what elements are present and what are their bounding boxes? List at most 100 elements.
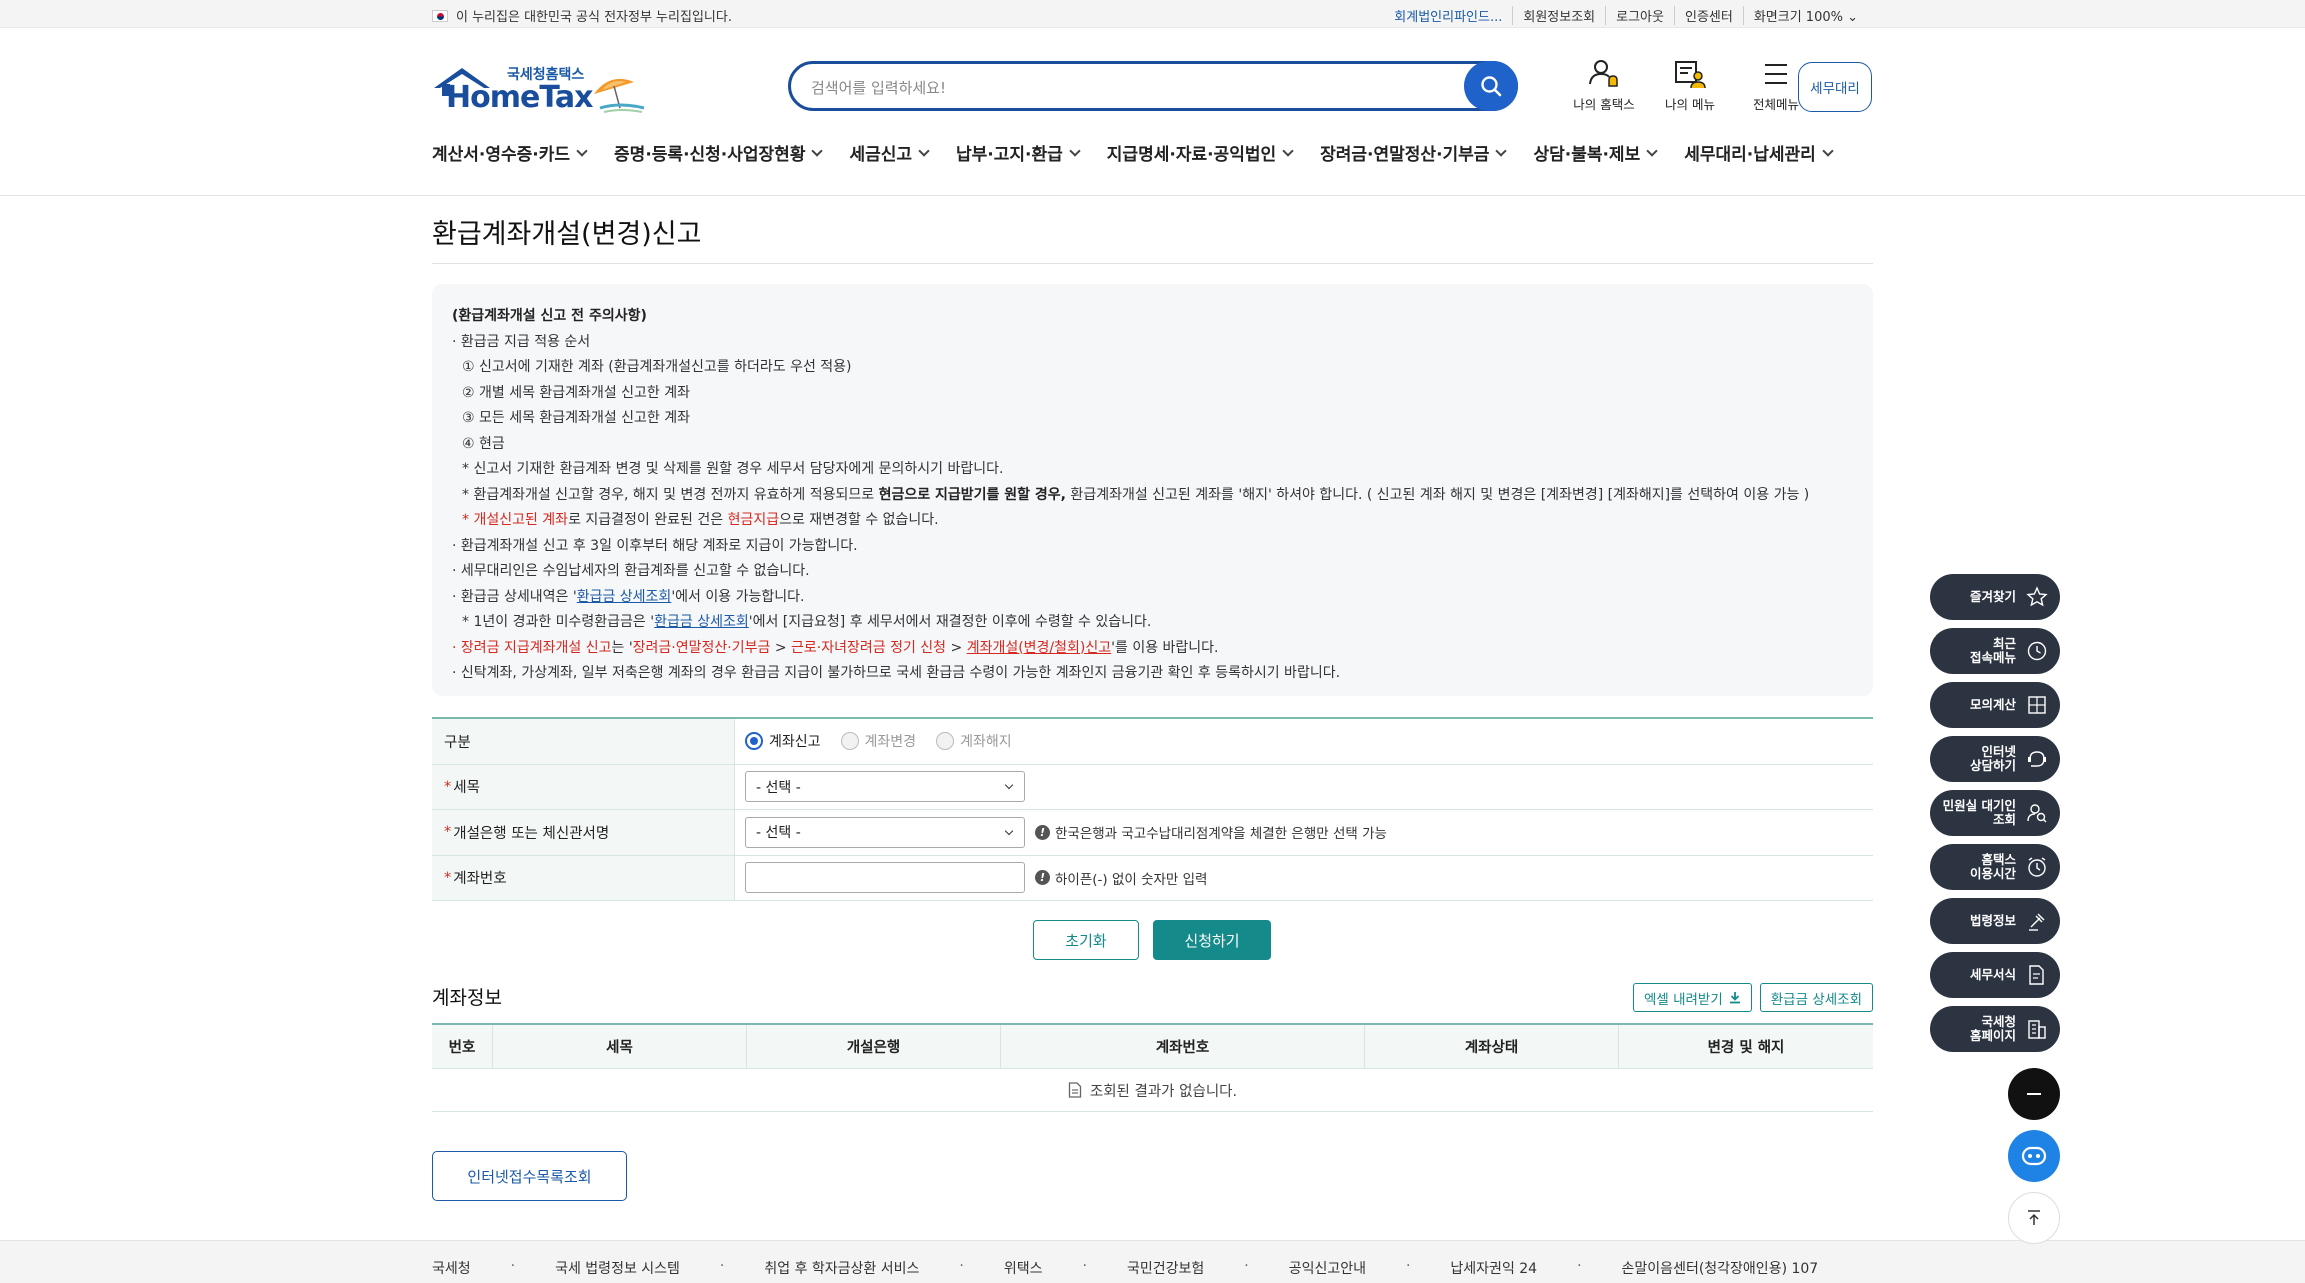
my-menu-button[interactable]: 나의 메뉴 bbox=[1654, 58, 1726, 113]
notice-line: · 환급금 상세내역은 '환급금 상세조회'에서 이용 가능합니다. bbox=[452, 585, 1853, 611]
notice-text: 환급계좌개설 신고된 계좌를 '해지' 하셔야 합니다. ( 신고된 계좌 해지… bbox=[1065, 486, 1810, 503]
screen-size-label: 화면크기 100% bbox=[1753, 10, 1843, 25]
form-buttons: 초기화 신청하기 bbox=[1033, 920, 1271, 960]
nav-item-consult[interactable]: 상담·불복·제보 bbox=[1533, 140, 1658, 165]
nav-item-payment[interactable]: 납부·고지·환급 bbox=[956, 140, 1081, 165]
radio-account-change[interactable]: 계좌변경 bbox=[840, 731, 917, 751]
quick-recent-menu[interactable]: 최근 접속메뉴 bbox=[1930, 628, 2060, 674]
quick-service-hours[interactable]: 홈택스 이용시간 bbox=[1930, 844, 2060, 890]
footer-link[interactable]: 위택스 bbox=[1004, 1258, 1043, 1278]
top-link-company[interactable]: 회계법인리파인드... bbox=[1384, 6, 1512, 25]
refund-detail-link[interactable]: 환급금 상세조회 bbox=[654, 614, 749, 630]
clock-icon bbox=[2027, 641, 2047, 661]
top-link-logout[interactable]: 로그아웃 bbox=[1605, 6, 1674, 25]
alarm-icon bbox=[2028, 857, 2046, 877]
search-button[interactable] bbox=[1464, 61, 1518, 111]
nav-label: 납부·고지·환급 bbox=[956, 145, 1063, 165]
tax-agent-button[interactable]: 세무대리 bbox=[1798, 62, 1872, 112]
account-number-input[interactable] bbox=[745, 862, 1025, 894]
account-label-text: 계좌번호 bbox=[453, 871, 507, 888]
chatbot-button[interactable] bbox=[2008, 1130, 2060, 1182]
footer-link[interactable]: 납세자권익 24 bbox=[1450, 1258, 1537, 1278]
tax-item-select[interactable]: - 선택 - bbox=[745, 771, 1025, 803]
quick-label-line: 조회 bbox=[1992, 812, 2016, 827]
col-header-bank: 개설은행 bbox=[747, 1025, 1001, 1068]
my-hometax-button[interactable]: 나의 홈택스 bbox=[1568, 58, 1640, 113]
arrow-up-icon bbox=[2028, 1210, 2040, 1225]
nav-item-certificate[interactable]: 증명·등록·신청·사업장현황 bbox=[614, 140, 824, 165]
notice-line: · 환급계좌개설 신고 후 3일 이후부터 해당 계좌로 지급이 가능합니다. bbox=[452, 537, 858, 554]
quick-online-consult[interactable]: 인터넷 상담하기 bbox=[1930, 736, 2060, 782]
notice-line: · 세무대리인은 수임납세자의 환급계좌를 신고할 수 없습니다. bbox=[452, 563, 810, 579]
notice-line: ② 개별 세목 환급계좌개설 신고한 계좌 bbox=[462, 384, 691, 401]
search-input[interactable]: 검색어를 입력하세요! bbox=[811, 77, 946, 98]
nav-item-incentive[interactable]: 장려금·연말정산·기부금 bbox=[1320, 140, 1508, 165]
quick-label: 인터넷 상담하기 bbox=[1970, 745, 2016, 773]
notice-line: · 장려금 지급계좌개설 신고는 '장려금·연말정산·기부금 > 근로·자녀장려… bbox=[452, 636, 1853, 662]
bank-hint: ! 한국은행과 국고수납대리점계약을 체결한 은행만 선택 가능 bbox=[1035, 822, 1387, 842]
radio-label: 계좌변경 bbox=[864, 734, 917, 751]
title-divider bbox=[432, 263, 1873, 264]
internet-receipt-list-button[interactable]: 인터넷접수목록조회 bbox=[432, 1151, 627, 1201]
col-header-change: 변경 및 해지 bbox=[1707, 1040, 1785, 1056]
page-title: 환급계좌개설(변경)신고 bbox=[432, 219, 702, 250]
form-icon bbox=[2029, 965, 2044, 985]
collapse-quick-menu-button[interactable] bbox=[2008, 1068, 2060, 1120]
footer-link[interactable]: 국세 법령정보 시스템 bbox=[555, 1258, 680, 1278]
top-link-member-info[interactable]: 회원정보조회 bbox=[1512, 6, 1605, 25]
refund-detail-button[interactable]: 환급금 상세조회 bbox=[1759, 983, 1873, 1012]
quick-label: 모의계산 bbox=[1970, 698, 2016, 712]
quick-label: 최근 접속메뉴 bbox=[1970, 637, 2016, 665]
top-links: 회계법인리파인드... 회원정보조회 로그아웃 인증센터 화면크기 100% ⌄ bbox=[1384, 6, 1868, 25]
refund-detail-link[interactable]: 환급금 상세조회 bbox=[577, 589, 672, 605]
footer-link[interactable]: 취업 후 학자금상환 서비스 bbox=[764, 1258, 919, 1278]
footer-link[interactable]: 공익신고안내 bbox=[1289, 1258, 1366, 1278]
hamburger-icon bbox=[1765, 64, 1787, 84]
my-menu-label: 나의 메뉴 bbox=[1665, 97, 1715, 112]
excel-download-button[interactable]: 엑셀 내려받기 bbox=[1632, 983, 1752, 1012]
chevron-down-icon bbox=[576, 144, 588, 157]
notice-text: 는 ' bbox=[611, 639, 633, 656]
footer-links: 국세청 · 국세 법령정보 시스템 · 취업 후 학자금상환 서비스 · 위택스 · 국… bbox=[432, 1258, 1818, 1278]
scroll-top-button[interactable] bbox=[2008, 1192, 2060, 1244]
apply-button[interactable]: 신청하기 bbox=[1153, 920, 1271, 960]
footer-link[interactable]: 국세청 bbox=[432, 1258, 471, 1278]
chevron-down-icon bbox=[1282, 144, 1294, 157]
top-link-cert-center[interactable]: 인증센터 bbox=[1673, 6, 1743, 25]
hometax-logo[interactable]: 국세청홈택스 HomeTax bbox=[432, 62, 647, 118]
quick-law-info[interactable]: 법령정보 bbox=[1930, 898, 2060, 944]
quick-favorites[interactable]: 즐겨찾기 bbox=[1930, 574, 2060, 620]
nav-item-statement[interactable]: 지급명세·자료·공익법인 bbox=[1107, 140, 1294, 165]
account-open-link[interactable]: 계좌개설(변경/철회)신고 bbox=[967, 640, 1111, 656]
top-link-screen-size[interactable]: 화면크기 100% ⌄ bbox=[1742, 6, 1868, 25]
nav-item-agent[interactable]: 세무대리·납세관리 bbox=[1684, 140, 1834, 165]
quick-simulation[interactable]: 모의계산 bbox=[1930, 682, 2060, 728]
my-menu-icon bbox=[1675, 61, 1706, 89]
nav-label: 세금신고 bbox=[849, 145, 913, 165]
quick-tax-forms[interactable]: 세무서식 bbox=[1930, 952, 2060, 998]
main-nav: 계산서·영수증·카드 증명·등록·신청·사업장현황 세금신고 납부·고지·환급 … bbox=[432, 140, 1834, 165]
incentive-apply-link[interactable]: 근로·자녀장려금 정기 신청 bbox=[791, 640, 946, 656]
reset-button[interactable]: 초기화 bbox=[1033, 920, 1139, 960]
footer-separator: · bbox=[1405, 1258, 1411, 1274]
chat-icon bbox=[2028, 751, 2046, 767]
notice-box: (환급계좌개설 신고 전 주의사항) · 환급금 지급 적용 순서 ① 신고서에… bbox=[432, 284, 1873, 696]
gov-notice-text[interactable]: 이 누리집은 대한민국 공식 전자정부 누리집입니다. bbox=[456, 6, 732, 25]
incentive-link[interactable]: 장려금·연말정산·기부금 bbox=[633, 640, 771, 656]
quick-waiting-lookup[interactable]: 민원실 대기인 조회 bbox=[1930, 790, 2060, 836]
search-box[interactable]: 검색어를 입력하세요! bbox=[788, 61, 1518, 111]
nav-item-tax-return[interactable]: 세금신고 bbox=[849, 140, 930, 165]
quick-nts-homepage[interactable]: 국세청 홈페이지 bbox=[1930, 1006, 2060, 1052]
footer-link[interactable]: 손말이음센터(청각장애인용) 107 bbox=[1622, 1258, 1819, 1278]
nav-item-invoice[interactable]: 계산서·영수증·카드 bbox=[432, 140, 588, 165]
footer-separator: · bbox=[1244, 1258, 1249, 1274]
chatbot-icon bbox=[2021, 1146, 2047, 1166]
bank-label: * 개설은행 또는 체신관서명 bbox=[432, 810, 735, 855]
radio-account-cancel[interactable]: 계좌해지 bbox=[936, 731, 1012, 751]
quick-label-line: 법령정보 bbox=[1969, 913, 2016, 928]
quick-label-line: 세무서식 bbox=[1969, 967, 2016, 982]
footer-link[interactable]: 국민건강보험 bbox=[1127, 1258, 1204, 1278]
bank-select[interactable]: - 선택 - bbox=[745, 816, 1025, 848]
notice-line: · 신탁계좌, 가상계좌, 일부 저축은행 계좌의 경우 환급금 지급이 불가하… bbox=[452, 665, 1341, 681]
radio-account-register[interactable]: 계좌신고 bbox=[745, 731, 821, 751]
